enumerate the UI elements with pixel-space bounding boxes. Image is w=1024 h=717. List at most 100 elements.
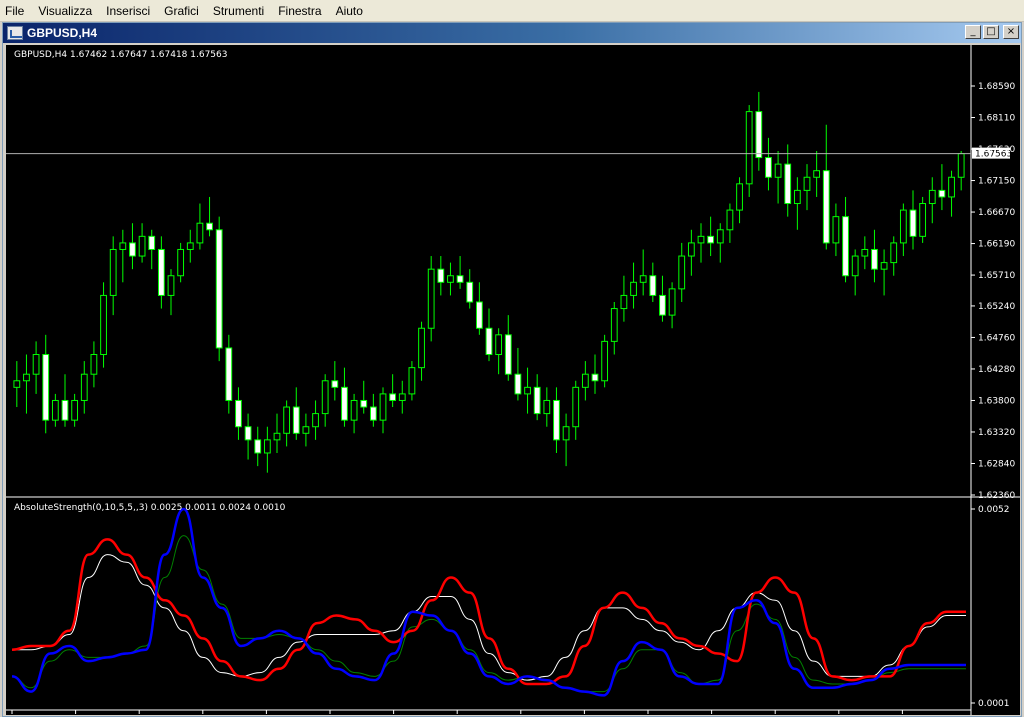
candle-body — [369, 406, 377, 421]
price-label: 1.64760 — [978, 333, 1015, 343]
candle-body — [109, 248, 117, 296]
candle-body — [630, 281, 637, 296]
menu-finestra[interactable]: Finestra — [272, 0, 329, 22]
candle-body — [100, 294, 107, 356]
chart-header: GBPUSD,H4 1.67462 1.67647 1.67418 1.6756… — [14, 50, 227, 60]
candle-body — [842, 216, 849, 277]
price-label: 1.62360 — [978, 491, 1015, 501]
minimize-button[interactable]: _ — [965, 25, 981, 39]
candle-body — [755, 111, 763, 159]
candle-body — [13, 380, 21, 388]
candle-body — [803, 176, 811, 191]
candle-body — [475, 301, 483, 329]
candle-body — [909, 209, 917, 237]
window-title: GBPUSD,H4 — [27, 26, 98, 40]
candle-body — [861, 248, 869, 257]
candle-body — [418, 327, 425, 369]
candle-body — [312, 413, 319, 428]
candle-body — [167, 275, 175, 296]
candle-body — [678, 255, 686, 290]
candle-body — [938, 189, 946, 198]
candle-body — [851, 255, 859, 277]
candle-body — [263, 439, 271, 454]
candle-body — [244, 426, 252, 441]
candle-body — [157, 248, 165, 296]
candle-body — [148, 235, 156, 250]
candle-body — [504, 334, 512, 375]
menu-strumenti[interactable]: Strumenti — [207, 0, 272, 22]
candle-body — [832, 216, 840, 244]
candle-body — [736, 183, 743, 211]
candle-body — [726, 209, 734, 231]
maximize-button[interactable]: □ — [983, 25, 999, 39]
candle-body — [196, 222, 204, 244]
candle-body — [524, 386, 531, 395]
candle-body — [765, 157, 772, 178]
candle-body — [42, 354, 50, 421]
chart-area[interactable]: 1.67563 GBPUSD,H4 1.67462 1.67647 1.6741… — [6, 45, 1020, 715]
candle-body — [697, 235, 705, 244]
indicator-level-label: 0.0001 — [978, 699, 1010, 709]
price-label: 1.68590 — [978, 82, 1015, 92]
price-label: 1.66190 — [978, 240, 1015, 250]
menu-inserisci[interactable]: Inserisci — [100, 0, 158, 22]
candle-body — [61, 399, 69, 421]
candle-body — [890, 242, 898, 264]
candle-body — [138, 235, 146, 257]
close-button[interactable]: × — [1003, 25, 1019, 39]
window-titlebar[interactable]: GBPUSD,H4 _ □ × — [3, 23, 1021, 43]
indicator-level-label: 0.0052 — [978, 505, 1010, 515]
candle-body — [177, 248, 185, 277]
candle-body — [784, 163, 792, 205]
price-label: 1.63320 — [978, 428, 1015, 438]
candle-body — [581, 373, 589, 388]
price-label: 1.66670 — [978, 208, 1015, 218]
candle-body — [32, 354, 40, 375]
candle-body — [601, 340, 609, 382]
time-axis: 20 Oct 200921 Oct 08:0022 Oct 16:0026 Oc… — [11, 710, 903, 714]
candles-group — [13, 91, 965, 473]
candle-body — [659, 294, 666, 316]
menu-visualizza[interactable]: Visualizza — [32, 0, 100, 22]
candle-body — [398, 393, 406, 401]
menu-file[interactable]: File — [0, 0, 32, 22]
candle-body — [533, 386, 541, 415]
candle-body — [321, 380, 329, 415]
candle-body — [292, 406, 300, 434]
price-label: 1.64280 — [978, 365, 1015, 375]
candle-body — [514, 373, 522, 395]
candle-body — [562, 426, 570, 441]
candle-body — [456, 275, 464, 283]
candle-body — [379, 393, 387, 421]
price-label: 1.67630 — [978, 145, 1015, 155]
candle-body — [572, 386, 580, 428]
candle-body — [23, 373, 30, 382]
candle-body — [254, 439, 262, 454]
candle-body — [447, 275, 454, 283]
price-chart-svg[interactable]: 1.67563 GBPUSD,H4 1.67462 1.67647 1.6741… — [6, 45, 1020, 715]
candle-body — [813, 170, 821, 178]
candle-body — [71, 399, 79, 421]
candle-body — [928, 189, 936, 205]
price-axis: 1.68590 1.68110 1.67630 1.67150 1.66670 1.661… — [971, 82, 1015, 501]
indicator-header: AbsoluteStrength(0,10,5,5,,3) 0.0025 0.0… — [14, 503, 286, 513]
menu-grafici[interactable]: Grafici — [158, 0, 207, 22]
candle-body — [957, 153, 965, 178]
candle-body — [331, 380, 339, 388]
candle-body — [389, 393, 397, 401]
candle-body — [745, 111, 753, 185]
indicator-line-bears — [11, 507, 967, 697]
candle-body — [80, 373, 88, 401]
menu-aiuto[interactable]: Aiuto — [330, 0, 371, 22]
candle-body — [427, 268, 435, 329]
candle-body — [687, 242, 695, 257]
candle-body — [341, 386, 348, 421]
candle-body — [793, 189, 801, 205]
indicator-lines-group — [11, 507, 967, 697]
candle-body — [360, 399, 368, 408]
candle-body — [649, 275, 657, 296]
chart-window-icon — [7, 26, 23, 40]
candle-body — [51, 399, 59, 421]
candle-body — [591, 373, 599, 382]
candle-body — [466, 281, 474, 303]
